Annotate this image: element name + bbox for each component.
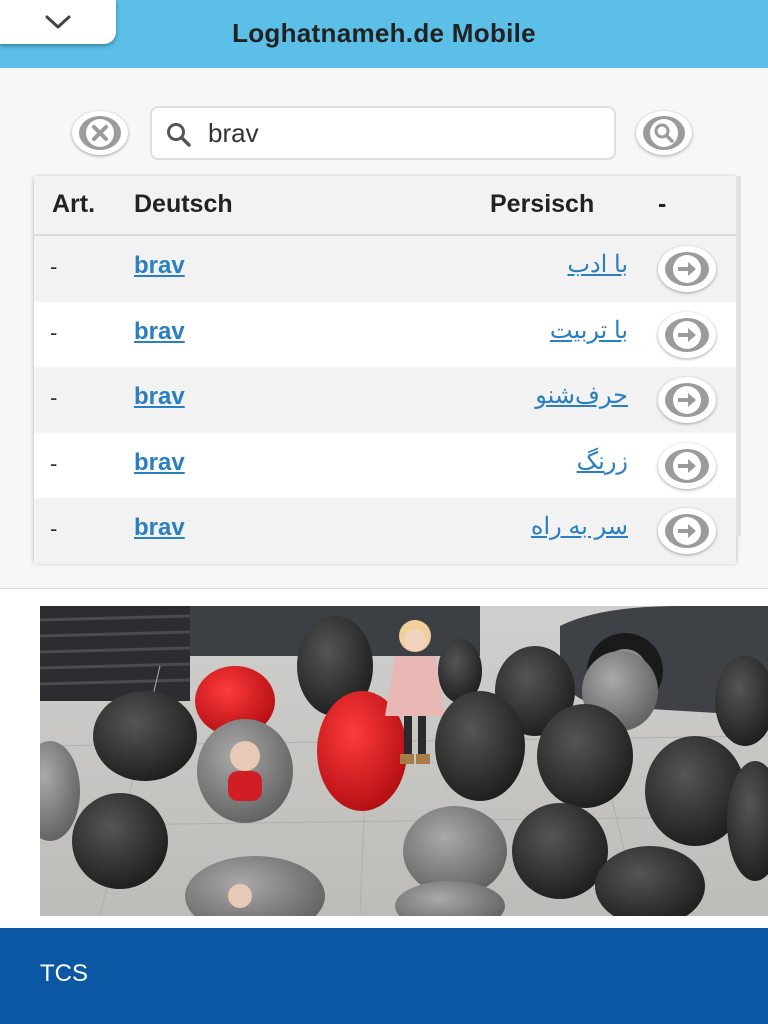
details-button[interactable] (658, 246, 716, 292)
table-row: - brav سر به راه (34, 498, 736, 564)
menu-toggle-button[interactable] (0, 0, 116, 44)
column-header-deutsch: Deutsch (134, 190, 233, 218)
persian-word-link[interactable]: زرنگ (577, 447, 628, 476)
german-word-link[interactable]: brav (134, 318, 185, 346)
row-art: - (50, 516, 58, 541)
german-word-link[interactable]: brav (134, 252, 185, 280)
arrow-right-icon (673, 386, 701, 414)
details-button[interactable] (658, 377, 716, 423)
details-button[interactable] (658, 442, 716, 489)
ad-image[interactable] (40, 606, 768, 916)
results-table: Art. Deutsch Persisch - - brav با ادب - … (34, 176, 736, 564)
arrow-right-icon (673, 451, 701, 480)
column-header-persisch: Persisch (490, 190, 595, 218)
table-row: - brav با تربیت (34, 301, 736, 367)
search-input[interactable] (208, 116, 598, 150)
persian-word-link[interactable]: با ادب (567, 250, 628, 279)
clear-search-button[interactable] (72, 111, 128, 155)
search-section: Art. Deutsch Persisch - - brav با ادب - … (0, 68, 768, 588)
arrow-right-icon (673, 255, 701, 283)
arrow-right-icon (673, 517, 701, 545)
details-button[interactable] (658, 508, 716, 554)
search-field[interactable] (150, 106, 616, 160)
table-scrollbar[interactable] (736, 176, 741, 536)
chevron-down-icon (45, 15, 71, 29)
car-seats-photo (40, 606, 768, 916)
persian-word-link[interactable]: حرف‌شنو (535, 381, 628, 410)
row-art: - (50, 450, 58, 476)
arrow-right-icon (673, 320, 701, 349)
ad-footer[interactable]: TCS (0, 928, 768, 1024)
search-icon (650, 119, 678, 147)
search-submit-button[interactable] (636, 111, 692, 155)
column-header-art: Art. (52, 190, 96, 218)
table-row: - brav با ادب (34, 236, 736, 302)
row-art: - (50, 254, 58, 279)
german-word-link[interactable]: brav (134, 383, 185, 411)
search-icon (167, 123, 191, 147)
german-word-link[interactable]: brav (134, 449, 185, 477)
row-art: - (50, 385, 58, 410)
ad-brand-label: TCS (40, 960, 88, 987)
divider (0, 588, 768, 589)
persian-word-link[interactable]: سر به راه (531, 512, 628, 541)
close-icon (86, 119, 114, 147)
table-header: Art. Deutsch Persisch - (34, 176, 736, 236)
persian-word-link[interactable]: با تربیت (550, 316, 628, 345)
row-art: - (50, 319, 58, 345)
table-row: - brav حرف‌شنو (34, 367, 736, 433)
german-word-link[interactable]: brav (134, 514, 185, 542)
table-row: - brav زرنگ (34, 432, 736, 498)
details-button[interactable] (658, 311, 716, 358)
column-header-action: - (658, 190, 667, 218)
